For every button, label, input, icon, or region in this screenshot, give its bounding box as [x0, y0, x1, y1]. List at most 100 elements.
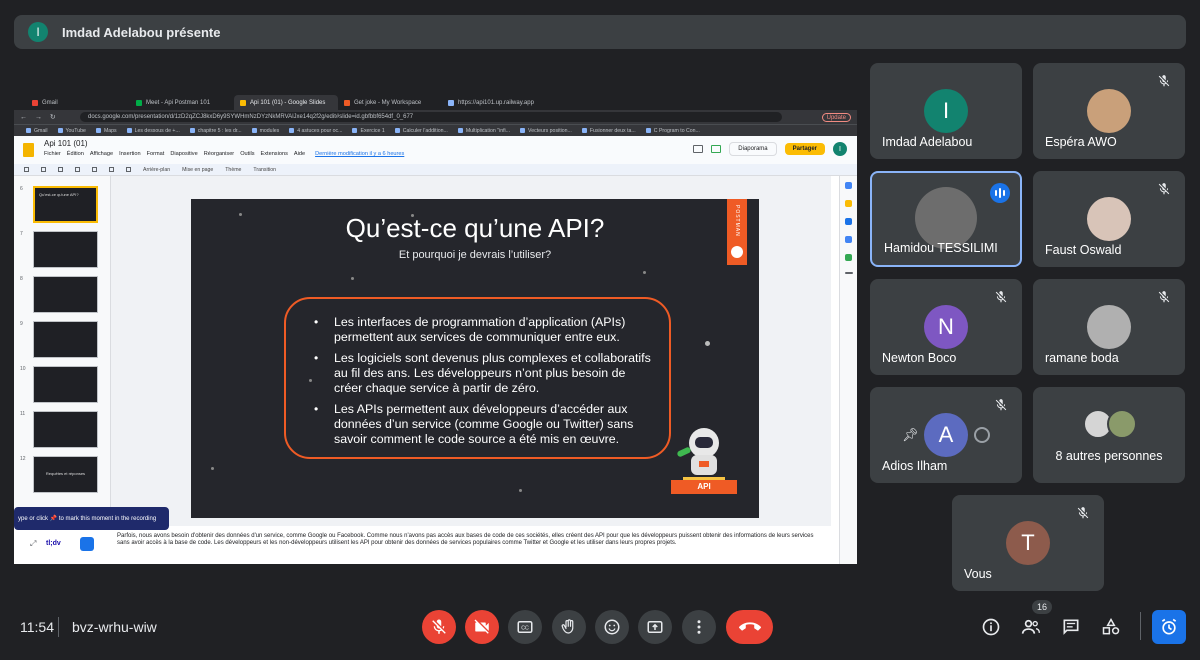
menu-edition[interactable]: Édition	[67, 151, 84, 157]
slide[interactable]: Qu’est-ce qu’une API? Et pourquoi je dev…	[191, 199, 759, 518]
menu-insertion[interactable]: Insertion	[119, 151, 140, 157]
browser-tab-postman[interactable]: Get joke - My Workspace	[338, 95, 442, 110]
line-icon[interactable]	[126, 167, 131, 172]
menu-reorganiser[interactable]: Réorganiser	[204, 151, 234, 157]
slide-thumbnail[interactable]: 8	[20, 276, 98, 313]
bookmark[interactable]: Calculer l'addition...	[395, 128, 448, 134]
bookmark[interactable]: Les dessous de +...	[127, 128, 180, 134]
shape-icon[interactable]	[109, 167, 114, 172]
slide-thumbnail[interactable]: 10	[20, 366, 98, 403]
slide-thumbnail[interactable]: 6 Qu'est-ce qu'une API?	[20, 186, 98, 223]
more-options-button[interactable]	[682, 610, 716, 644]
presenter-text: Imdad Adelabou présente	[62, 24, 221, 40]
present-screen-button[interactable]	[638, 610, 672, 644]
stacked-avatars	[1083, 409, 1143, 439]
url-field[interactable]: docs.google.com/presentation/d/1zD2qZCJ8…	[80, 112, 782, 122]
browser-tab-gmail[interactable]: Gmail	[26, 95, 130, 110]
toolbar-theme[interactable]: Thème	[225, 167, 241, 173]
zoom-icon[interactable]	[75, 167, 80, 172]
participant-tile-active-speaker[interactable]: Hamidou TESSILIMI	[870, 171, 1022, 267]
menu-outils[interactable]: Outils	[240, 151, 254, 157]
bookmark[interactable]: Fusionner deux ta...	[582, 128, 636, 134]
slide-thumbnail[interactable]: 7	[20, 231, 98, 268]
svg-text:CC: CC	[521, 626, 529, 632]
slideshow-button[interactable]: Diaporama	[729, 142, 777, 156]
maps-icon[interactable]	[845, 254, 852, 261]
pin-icon[interactable]: 📌︎	[902, 427, 919, 443]
reactions-button[interactable]	[595, 610, 629, 644]
menu-affichage[interactable]: Affichage	[90, 151, 113, 157]
add-addon-icon[interactable]	[844, 272, 853, 274]
tasks-icon[interactable]	[845, 218, 852, 225]
browser-tab-slides[interactable]: Api 101 (01) - Google Slides	[234, 95, 338, 110]
participant-name: Newton Boco	[882, 351, 957, 365]
mic-off-icon	[994, 290, 1012, 308]
meet-present-icon[interactable]	[711, 145, 722, 153]
undo-icon[interactable]	[41, 167, 46, 172]
camera-toggle-button[interactable]	[465, 610, 499, 644]
menu-extensions[interactable]: Extensions	[261, 151, 288, 157]
activities-shapes-button[interactable]	[1100, 616, 1122, 638]
calendar-icon[interactable]	[845, 182, 852, 189]
browser-tab-railway[interactable]: https://api101.up.railway.app	[442, 95, 546, 110]
expand-icon[interactable]: ⤢	[30, 539, 36, 549]
captions-button[interactable]: CC	[508, 610, 542, 644]
bookmark[interactable]: Gmail	[26, 128, 48, 134]
document-title[interactable]: Api 101 (01)	[44, 139, 88, 148]
account-avatar[interactable]: I	[833, 142, 847, 156]
update-button[interactable]: Update	[821, 112, 851, 122]
bookmark[interactable]: chapitre 5 : les dr...	[190, 128, 242, 134]
participant-name: Vous	[964, 567, 992, 581]
redo-icon[interactable]	[58, 167, 63, 172]
participant-tile[interactable]: Faust Oswald	[1033, 171, 1185, 267]
speaker-notes[interactable]: Parfois, nous avons besoin d'obtenir des…	[111, 529, 827, 564]
share-button[interactable]: Partager	[784, 143, 825, 155]
last-edit-link[interactable]: Dernière modification il y a 6 heures	[315, 151, 404, 157]
people-button[interactable]	[1020, 616, 1042, 638]
toolbar-layout[interactable]: Mise en page	[182, 167, 213, 173]
add-icon[interactable]	[24, 167, 29, 172]
slide-thumbnail[interactable]: 9	[20, 321, 98, 358]
chat-button[interactable]	[1060, 616, 1082, 638]
slide-thumbnail[interactable]: 12 Requêtes et réponses	[20, 456, 98, 493]
participant-tile[interactable]: N Newton Boco	[870, 279, 1022, 375]
participant-tile[interactable]: Espéra AWO	[1033, 63, 1185, 159]
browser-tab-meet[interactable]: Meet - Api Postman 101	[130, 95, 234, 110]
slide-thumbnail[interactable]: 11	[20, 411, 98, 448]
participant-tile[interactable]: I Imdad Adelabou	[870, 63, 1022, 159]
menu-format[interactable]: Format	[147, 151, 165, 157]
toolbar-background[interactable]: Arrière-plan	[143, 167, 170, 173]
bookmark[interactable]: Multiplication "infi...	[458, 128, 510, 134]
more-participants-tile[interactable]: 8 autres personnes	[1033, 387, 1185, 483]
tldv-pin-button[interactable]	[80, 537, 94, 551]
meet-icon	[136, 99, 142, 106]
bookmark[interactable]: 4 astuces pour oc...	[289, 128, 342, 134]
bookmark[interactable]: Exercice 1	[352, 128, 384, 134]
menu-aide[interactable]: Aide	[294, 151, 305, 157]
toolbar-transition[interactable]: Transition	[253, 167, 276, 173]
raise-hand-button[interactable]	[552, 610, 586, 644]
remove-icon[interactable]	[974, 427, 990, 443]
timer-button[interactable]	[1152, 610, 1186, 644]
menu-diapositive[interactable]: Diapositive	[170, 151, 197, 157]
bookmark[interactable]: Vecteurs position...	[520, 128, 572, 134]
select-icon[interactable]	[92, 167, 97, 172]
slides-logo-icon[interactable]	[23, 143, 34, 157]
contacts-icon[interactable]	[845, 236, 852, 243]
bookmark[interactable]: C Program to Con...	[646, 128, 700, 134]
bookmark[interactable]: YouTube	[58, 128, 86, 134]
self-tile[interactable]: T Vous	[952, 495, 1104, 591]
mic-toggle-button[interactable]	[422, 610, 456, 644]
participant-tile[interactable]: A 📌︎ Adios Ilham	[870, 387, 1022, 483]
bookmark[interactable]: modules	[252, 128, 280, 134]
keep-icon[interactable]	[845, 200, 852, 207]
bookmark[interactable]: Maps	[96, 128, 117, 134]
participant-tile[interactable]: ramane boda	[1033, 279, 1185, 375]
recording-tooltip: ype or click 📌 to mark this moment in th…	[14, 507, 169, 530]
nav-buttons[interactable]: ← → ↻	[20, 113, 80, 121]
meeting-info-button[interactable]	[980, 616, 1002, 638]
menu-fichier[interactable]: Fichier	[44, 151, 61, 157]
api-sign: API	[671, 480, 737, 494]
comments-icon[interactable]	[693, 145, 704, 153]
leave-call-button[interactable]	[726, 610, 773, 644]
